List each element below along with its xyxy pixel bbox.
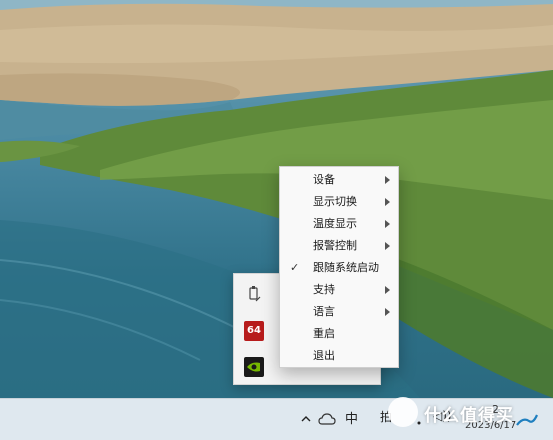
menu-item-support[interactable]: 支持 xyxy=(280,279,398,301)
submenu-arrow-icon xyxy=(385,308,390,316)
menu-item-devices[interactable]: 设备 xyxy=(280,169,398,191)
checkmark-icon: ✓ xyxy=(290,261,300,274)
menu-item-restart[interactable]: 重启 xyxy=(280,323,398,345)
menu-item-label: 重启 xyxy=(313,327,335,340)
submenu-arrow-icon xyxy=(385,242,390,250)
menu-item-label: 温度显示 xyxy=(313,217,357,230)
submenu-arrow-icon xyxy=(385,198,390,206)
input-method-indicator[interactable]: 中 xyxy=(345,408,358,427)
menu-item-display-switch[interactable]: 显示切换 xyxy=(280,191,398,213)
watermark-logo-icon xyxy=(388,397,418,427)
aida64-icon[interactable]: 64 xyxy=(244,321,264,341)
menu-item-label: 显示切换 xyxy=(313,195,357,208)
menu-item-start-with-system[interactable]: ✓ 跟随系统启动 xyxy=(280,257,398,279)
chevron-up-icon[interactable] xyxy=(300,411,312,425)
menu-item-label: 报警控制 xyxy=(313,239,357,252)
submenu-arrow-icon xyxy=(385,220,390,228)
usb-device-icon[interactable] xyxy=(244,285,264,305)
menu-item-alarm-control[interactable]: 报警控制 xyxy=(280,235,398,257)
menu-item-language[interactable]: 语言 xyxy=(280,301,398,323)
menu-item-label: 设备 xyxy=(313,173,335,186)
menu-item-label: 退出 xyxy=(313,349,335,362)
submenu-arrow-icon xyxy=(385,176,390,184)
menu-item-label: 跟随系统启动 xyxy=(313,261,379,274)
submenu-arrow-icon xyxy=(385,286,390,294)
menu-item-exit[interactable]: 退出 xyxy=(280,345,398,367)
menu-item-label: 支持 xyxy=(313,283,335,296)
aida64-label: 64 xyxy=(247,325,261,336)
cloud-icon[interactable] xyxy=(318,411,336,425)
menu-item-temperature-display[interactable]: 温度显示 xyxy=(280,213,398,235)
menu-item-label: 语言 xyxy=(313,305,335,318)
tray-context-menu: 设备 显示切换 温度显示 报警控制 ✓ 跟随系统启动 支持 语言 重启 退出 xyxy=(279,166,399,368)
watermark: 什么值得买 xyxy=(382,394,553,434)
watermark-text: 什么值得买 xyxy=(424,406,514,426)
nvidia-icon[interactable] xyxy=(244,357,264,377)
